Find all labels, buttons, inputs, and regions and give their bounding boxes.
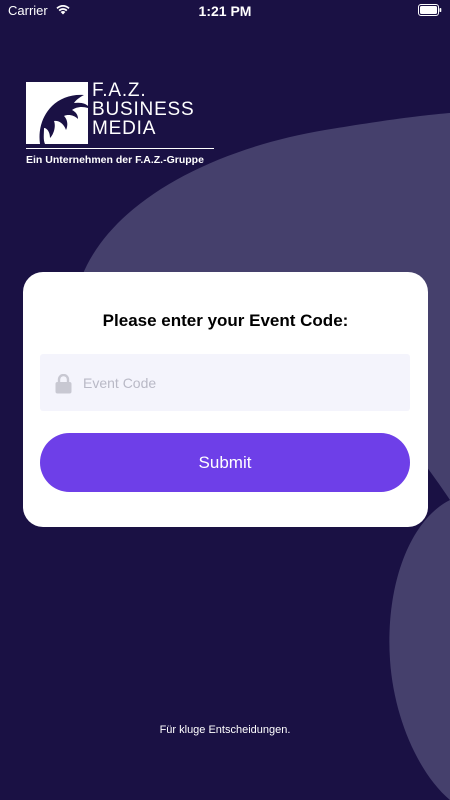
footer-slogan: Für kluge Entscheidungen. bbox=[159, 724, 291, 736]
event-code-card: Please enter your Event Code: Submit bbox=[23, 272, 428, 527]
logo-line-media: MEDIA bbox=[92, 118, 157, 139]
event-code-prompt: Please enter your Event Code: bbox=[102, 311, 349, 330]
logo-line-business: BUSINESS bbox=[92, 99, 195, 120]
logo-wordmark: F.A.Z. BUSINESS MEDIA bbox=[92, 81, 252, 138]
logo-tagline: Ein Unternehmen der F.A.Z.-Gruppe bbox=[26, 154, 204, 166]
logo-divider bbox=[26, 148, 214, 149]
logo-line-faz: F.A.Z. bbox=[92, 80, 147, 101]
event-code-input[interactable] bbox=[83, 354, 393, 411]
clock: 1:21 PM bbox=[198, 3, 252, 19]
battery-icon bbox=[418, 4, 442, 16]
lock-icon bbox=[55, 374, 72, 394]
status-bar: Carrier 1:21 PM bbox=[0, 0, 450, 24]
faz-business-media-logo: F.A.Z. BUSINESS MEDIA Ein Unternehmen de… bbox=[26, 80, 226, 170]
submit-button[interactable]: Submit bbox=[40, 433, 410, 492]
logo-mark-icon bbox=[26, 82, 88, 144]
event-code-field[interactable] bbox=[40, 354, 410, 411]
